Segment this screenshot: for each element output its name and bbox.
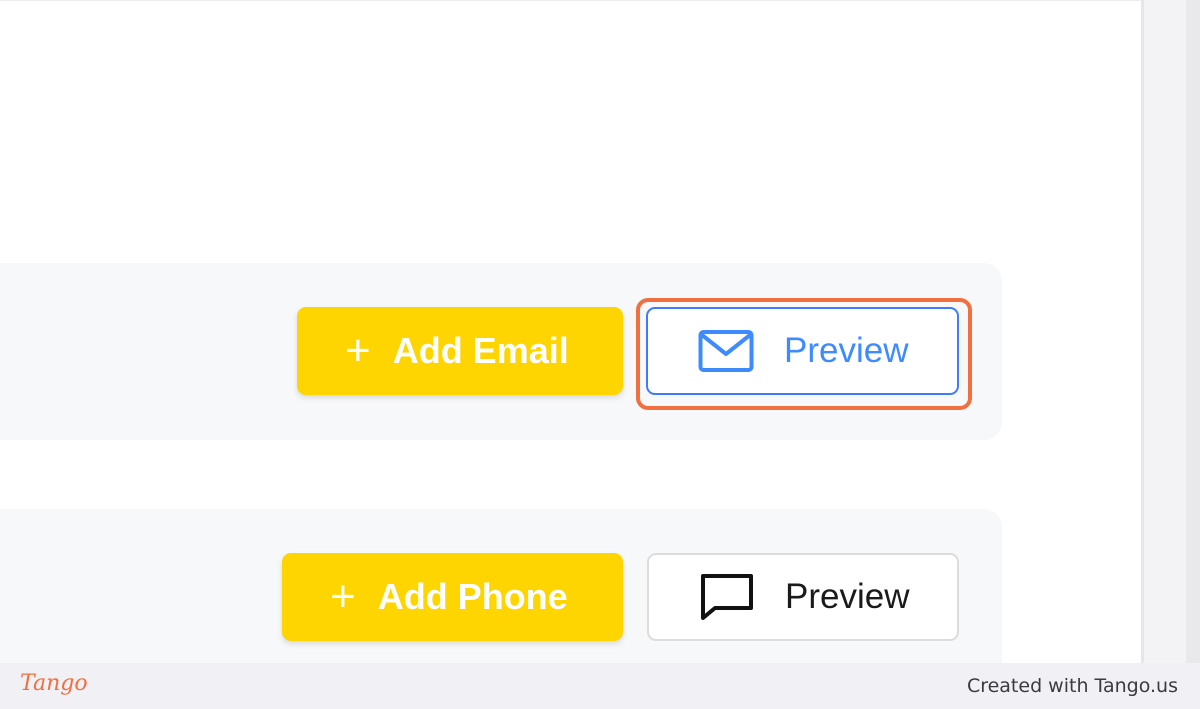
plus-icon: + xyxy=(330,572,356,621)
footer-credit: Created with Tango.us xyxy=(966,675,1178,697)
footer-bar: Tango Created with Tango.us xyxy=(0,663,1200,709)
phone-preview-button[interactable]: Preview xyxy=(647,553,959,641)
phone-preview-label: Preview xyxy=(785,577,910,616)
add-email-button[interactable]: + Add Email xyxy=(297,307,623,395)
email-preview-button[interactable]: Preview xyxy=(646,307,959,395)
tango-logo: Tango xyxy=(20,671,88,696)
scrollbar-thumb[interactable] xyxy=(1186,0,1200,663)
add-phone-label: Add Phone xyxy=(377,576,568,617)
envelope-icon xyxy=(698,327,754,375)
add-phone-button[interactable]: + Add Phone xyxy=(282,553,623,641)
email-preview-label: Preview xyxy=(784,331,909,370)
add-email-label: Add Email xyxy=(392,330,569,371)
plus-icon: + xyxy=(345,326,371,375)
speech-bubble-icon xyxy=(699,573,755,621)
